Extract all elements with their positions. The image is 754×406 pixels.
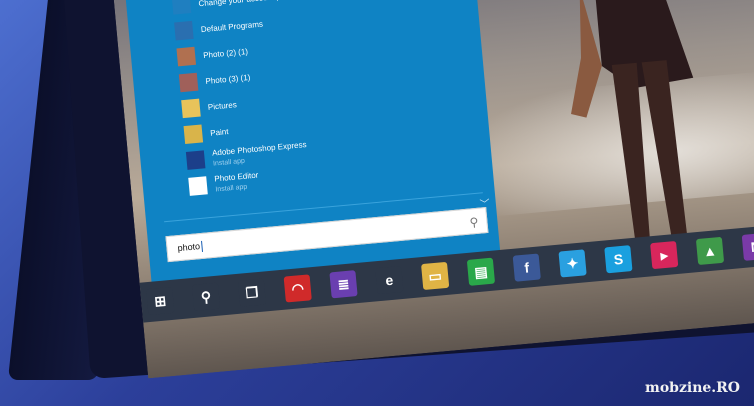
photo-thumbnail-icon	[176, 46, 197, 67]
onenote-icon: N	[741, 232, 754, 261]
result-text: Photo (3) (1)	[205, 71, 251, 86]
laptop-screen: Choose a default photo viewerChange your…	[112, 0, 754, 379]
search-result-item[interactable]: Photo (3) (1)	[178, 66, 252, 94]
folder-icon	[181, 98, 201, 119]
photo-thumbnail-icon	[178, 72, 199, 93]
facebook-app[interactable]: f	[506, 246, 547, 289]
search-result-item[interactable]: Pictures	[181, 93, 238, 120]
start-menu: Choose a default photo viewerChange your…	[123, 0, 501, 288]
onenote-app-2[interactable]: N	[735, 225, 754, 268]
result-label: Default Programs	[200, 19, 264, 34]
result-label: Change your account picture	[198, 0, 301, 9]
folder-icon: ▭	[421, 261, 450, 291]
search-result-item[interactable]: Default Programs	[174, 13, 264, 43]
skype-app[interactable]: S	[598, 238, 639, 281]
result-text: Photo (2) (1)	[203, 45, 249, 60]
onenote-app[interactable]: ≣	[323, 263, 364, 306]
result-text: Paint	[210, 126, 229, 139]
search-icon[interactable]: ⚲	[469, 215, 479, 230]
video-icon: ▸	[650, 240, 679, 270]
video-app[interactable]: ▸	[643, 233, 684, 276]
internet-explorer-app[interactable]: e	[369, 258, 410, 301]
task-view-button[interactable]: ❐	[231, 271, 272, 314]
windows-logo-icon: ⊞	[146, 286, 175, 316]
skype-icon: S	[604, 245, 633, 274]
start-button[interactable]: ⊞	[140, 279, 181, 322]
search-result-item[interactable]: Photo (2) (1)	[176, 40, 249, 68]
screenshot-stage: Choose a default photo viewerChange your…	[0, 0, 754, 406]
wallpaper-person-holding-child	[571, 0, 694, 254]
photos-app[interactable]: ▲	[689, 229, 730, 272]
file-explorer-app[interactable]: ▭	[414, 254, 455, 297]
internet-explorer-icon: e	[375, 265, 404, 295]
twitter-app[interactable]: ✦	[552, 242, 593, 285]
store-bag-icon: ▤	[466, 257, 496, 286]
paint-palette-icon	[183, 124, 204, 145]
result-label: Photo (3) (1)	[205, 72, 251, 86]
gear-icon	[171, 0, 192, 15]
result-text: Pictures	[207, 99, 237, 113]
result-label: Paint	[209, 126, 229, 138]
result-text: Adobe Photoshop Express Install app	[212, 139, 308, 169]
result-label: Photo (2) (1)	[202, 46, 249, 60]
task-view-icon: ❐	[237, 278, 267, 307]
watermark: mobzine.RO	[645, 380, 740, 396]
twitter-bird-icon: ✦	[558, 249, 587, 278]
music-app[interactable]: ◠	[277, 267, 318, 310]
result-text: Default Programs	[200, 18, 263, 35]
photo-editor-icon	[188, 176, 208, 196]
result-label: Pictures	[207, 99, 238, 112]
search-result-item[interactable]: Paint	[183, 120, 229, 146]
search-result-item[interactable]: Photo Editor Install app	[188, 170, 260, 198]
search-icon: ⚲	[191, 282, 221, 311]
result-text: Photo Editor Install app	[214, 170, 260, 196]
search-button[interactable]: ⚲	[185, 275, 226, 318]
facebook-icon: f	[512, 253, 541, 282]
search-input[interactable]: photo	[177, 241, 200, 253]
photoshop-express-icon	[185, 150, 206, 170]
default-programs-icon	[174, 20, 194, 41]
text-caret	[200, 240, 203, 252]
notebook-icon: ≣	[329, 270, 358, 299]
headphones-icon: ◠	[283, 274, 312, 303]
result-text: Change your account picture	[198, 0, 301, 9]
photos-icon: ▲	[695, 236, 725, 266]
store-app[interactable]: ▤	[460, 250, 501, 293]
